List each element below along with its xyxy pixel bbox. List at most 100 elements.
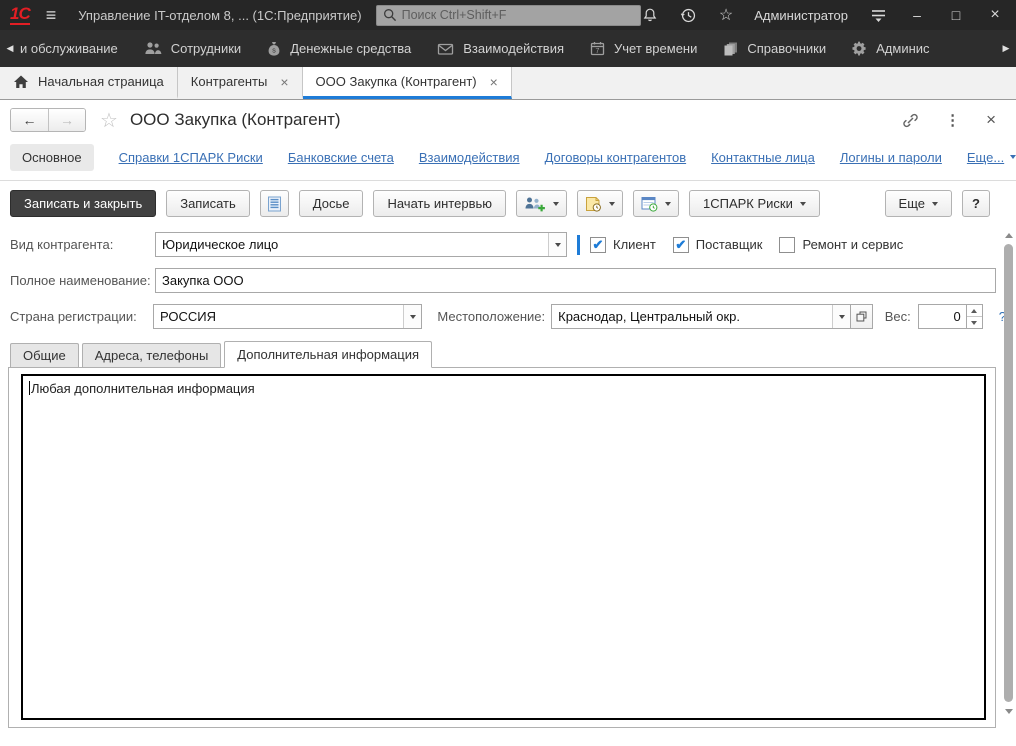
nav-link-more[interactable]: Еще... [967,150,1016,165]
chevron-down-icon [932,202,938,206]
nav-link-logins[interactable]: Логины и пароли [840,150,942,165]
tab-general[interactable]: Общие [10,343,79,367]
home-icon [13,74,29,89]
spark-risks-label: 1СПАРК Риски [703,196,793,211]
tab-counterparties[interactable]: Контрагенты × [178,67,303,99]
form-header: ← → ☆ ООО Закупка (Контрагент) ⋮ × [0,100,1016,140]
close-form-icon[interactable]: × [986,110,996,130]
forward-button: → [48,109,85,131]
scroll-left-icon[interactable]: ◀ [4,43,16,54]
save-button[interactable]: Записать [166,190,250,217]
more-button[interactable]: Еще [885,190,952,217]
checkbox-client[interactable]: ✔ Клиент [590,237,656,253]
create-task-button[interactable] [577,190,623,217]
more-actions-icon[interactable]: ⋮ [945,111,960,129]
menu-item-service[interactable]: и обслуживание [20,41,118,56]
kind-select[interactable]: Юридическое лицо [155,232,567,257]
current-user[interactable]: Администратор [754,8,848,23]
spin-up-button[interactable] [967,305,982,317]
chevron-down-icon [555,243,561,247]
svg-text:7: 7 [596,48,600,55]
tab-counterparty-card[interactable]: ООО Закупка (Контрагент) × [303,67,512,99]
nav-link-spark-refs[interactable]: Справки 1СПАРК Риски [119,150,263,165]
kind-label: Вид контрагента: [10,237,155,252]
tab-label: ООО Закупка (Контрагент) [316,74,477,89]
sections-menubar: ◀ и обслуживание Сотрудники s Денежные с… [0,30,1016,67]
dropdown-button[interactable] [832,305,850,328]
spin-down-button[interactable] [967,317,982,328]
menu-item-employees[interactable]: Сотрудники [144,41,241,56]
start-interview-button[interactable]: Начать интервью [373,190,506,217]
chevron-up-icon [971,309,977,313]
service-menu-icon[interactable] [869,6,887,24]
notifications-bell-icon[interactable] [641,6,659,24]
people-icon [144,41,162,56]
checkbox-repair-service[interactable]: ✔ Ремонт и сервис [779,237,903,253]
history-icon[interactable] [680,6,698,24]
maximize-button[interactable]: □ [947,7,965,23]
additional-info-textarea[interactable]: Любая дополнительная информация [21,374,986,720]
window-tabbar: Начальная страница Контрагенты × ООО Зак… [0,67,1016,100]
vertical-scrollbar[interactable] [1002,229,1015,717]
scrollbar-thumb[interactable] [1004,244,1013,702]
save-and-close-button[interactable]: Записать и закрыть [10,190,156,217]
checkbox-supplier[interactable]: ✔ Поставщик [673,237,763,253]
row-kind: Вид контрагента: Юридическое лицо ✔ Клие… [10,232,1006,257]
row-full-name: Полное наименование: Закупка ООО [10,268,1006,293]
close-window-button[interactable]: × [986,6,1004,24]
scroll-right-icon[interactable]: ▶ [1000,43,1012,54]
tab-additional-info[interactable]: Дополнительная информация [224,341,432,368]
help-button[interactable]: ? [962,190,990,217]
planner-button[interactable] [633,190,679,217]
chevron-down-icon [971,321,977,325]
menu-item-money[interactable]: s Денежные средства [267,41,411,57]
hamburger-menu-icon[interactable]: ≡ [46,5,57,26]
dossier-button[interactable]: Досье [299,190,364,217]
nav-link-main[interactable]: Основное [10,144,94,171]
spark-risks-button[interactable]: 1СПАРК Риски [689,190,820,217]
checkbox-box: ✔ [673,237,689,253]
back-button[interactable]: ← [11,109,48,131]
add-contact-person-button[interactable] [516,190,567,217]
menu-item-label: Админис [876,41,929,56]
global-search-input[interactable]: Поиск Ctrl+Shift+F [376,5,641,26]
chevron-down-icon [665,202,671,206]
menu-item-interactions[interactable]: Взаимодействия [437,41,564,56]
dropdown-button[interactable] [548,233,566,256]
nav-link-contracts[interactable]: Договоры контрагентов [545,150,687,165]
close-tab-icon[interactable]: × [280,74,288,90]
row-country-location: Страна регистрации: РОССИЯ Местоположени… [10,304,1006,329]
scroll-down-button[interactable] [1002,705,1015,717]
country-select[interactable]: РОССИЯ [153,304,422,329]
dropdown-button[interactable] [403,305,421,328]
chevron-down-icon [410,315,416,319]
history-nav-group: ← → [10,108,86,132]
tab-home[interactable]: Начальная страница [0,67,178,99]
minimize-button[interactable]: – [908,7,926,23]
chevron-up-icon [1005,233,1013,238]
show-in-list-button[interactable] [260,190,289,217]
money-bag-icon: s [267,41,281,57]
menu-item-label: Сотрудники [171,41,241,56]
nav-link-bank-accounts[interactable]: Банковские счета [288,150,394,165]
open-location-button[interactable] [851,304,873,329]
scroll-up-button[interactable] [1002,229,1015,241]
location-select[interactable]: Краснодар, Центральный окр. [551,304,851,329]
get-link-icon[interactable] [902,112,919,129]
tab-addresses[interactable]: Адреса, телефоны [82,343,222,367]
form-navigation: Основное Справки 1СПАРК Риски Банковские… [0,140,1016,181]
checkbox-box: ✔ [779,237,795,253]
weight-stepper[interactable]: 0 [918,304,983,329]
nav-link-interactions[interactable]: Взаимодействия [419,150,520,165]
menu-item-time[interactable]: 7 Учет времени [590,41,697,56]
menu-item-catalogs[interactable]: Справочники [723,41,826,56]
full-name-input[interactable]: Закупка ООО [155,268,996,293]
toolbar-right: Еще ? [885,190,990,217]
menu-item-administration[interactable]: Админис [852,41,929,56]
add-to-favorites-star-icon[interactable]: ☆ [100,108,118,133]
favorites-star-icon[interactable]: ☆ [719,5,733,25]
close-tab-icon[interactable]: × [490,74,498,90]
menu-item-label: Денежные средства [290,41,411,56]
nav-link-contacts[interactable]: Контактные лица [711,150,815,165]
titlebar-right: ☆ Администратор – □ × [641,5,1004,25]
